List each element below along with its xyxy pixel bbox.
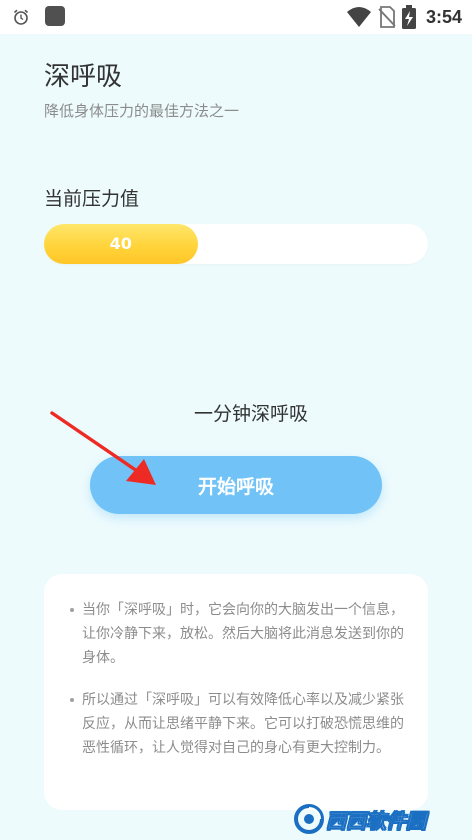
page-subtitle: 降低身体压力的最佳方法之一 xyxy=(44,102,240,120)
status-icons: 3:54 xyxy=(346,4,462,30)
clock-time: 3:54 xyxy=(425,6,462,27)
page-title: 深呼吸 xyxy=(44,62,123,92)
stress-label: 当前压力值 xyxy=(44,188,140,210)
session-label: 一分钟深呼吸 xyxy=(193,403,308,425)
info-item: 当你「深呼吸」时，它会向你的大脑发出一个信息，让你冷静下来，放松。然后大脑将此消… xyxy=(70,598,408,670)
start-breathing-button[interactable]: 开始呼吸 xyxy=(90,456,382,514)
alarm-icon xyxy=(13,9,29,25)
wifi-icon xyxy=(346,7,371,27)
battery-charging-icon xyxy=(401,5,416,29)
stress-progress-bar: 40 xyxy=(44,224,428,264)
watermark-text: 西西软件园 xyxy=(326,808,427,833)
status-bar: 3:54 xyxy=(0,0,472,34)
watermark: 西西软件园 xyxy=(294,802,464,836)
app-notification-icon xyxy=(45,6,65,26)
stress-value: 40 xyxy=(109,234,132,253)
info-card: 当你「深呼吸」时，它会向你的大脑发出一个信息，让你冷静下来，放松。然后大脑将此消… xyxy=(44,574,428,810)
info-list: 当你「深呼吸」时，它会向你的大脑发出一个信息，让你冷静下来，放松。然后大脑将此消… xyxy=(70,598,408,760)
no-sim-icon xyxy=(378,6,396,28)
watermark-logo-icon xyxy=(294,804,324,834)
breathing-screen: 深呼吸 降低身体压力的最佳方法之一 当前压力值 40 一分钟深呼吸 开始呼吸 当… xyxy=(0,34,472,840)
info-item: 所以通过「深呼吸」可以有效降低心率以及减少紧张反应，从而让思绪平静下来。它可以打… xyxy=(70,688,408,760)
